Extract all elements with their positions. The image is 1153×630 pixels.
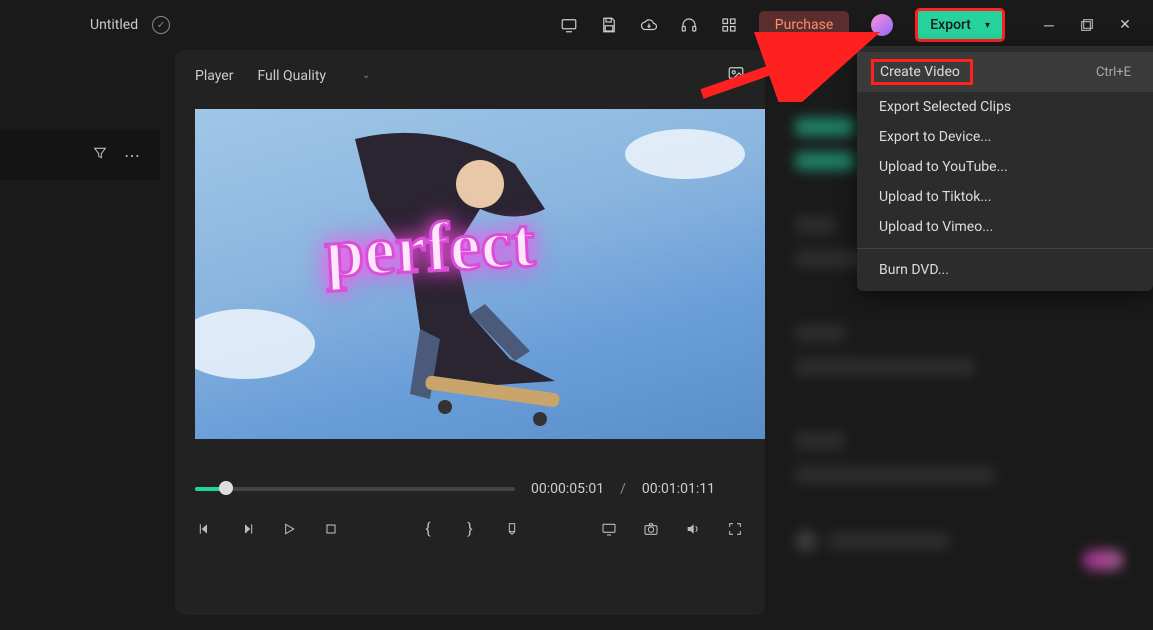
headphones-icon[interactable] bbox=[679, 15, 699, 35]
menu-divider bbox=[857, 248, 1153, 249]
player-panel: Player Full Quality ⌄ perfect 00:00:05:0… bbox=[175, 50, 765, 615]
snapshot-icon[interactable] bbox=[727, 64, 745, 87]
volume-icon[interactable] bbox=[683, 521, 703, 537]
save-icon[interactable] bbox=[599, 15, 619, 35]
prev-frame-icon[interactable] bbox=[195, 521, 215, 537]
player-controls: { } bbox=[195, 519, 745, 538]
menu-item-shortcut: Ctrl+E bbox=[1096, 65, 1131, 80]
avatar[interactable] bbox=[871, 14, 893, 36]
chevron-down-icon: ⌄ bbox=[362, 70, 370, 81]
menu-export-selected-clips[interactable]: Export Selected Clips bbox=[857, 92, 1153, 122]
next-frame-icon[interactable] bbox=[237, 521, 257, 537]
time-separator: / bbox=[620, 481, 626, 497]
save-status-icon: ✓ bbox=[152, 16, 170, 34]
export-menu: Create Video Ctrl+E Export Selected Clip… bbox=[857, 46, 1153, 291]
left-sidebar: ⋯ bbox=[0, 50, 160, 630]
menu-export-to-device[interactable]: Export to Device... bbox=[857, 122, 1153, 152]
menu-item-label: Export to Device... bbox=[879, 129, 991, 145]
video-preview[interactable]: perfect bbox=[195, 109, 765, 439]
screen-icon[interactable] bbox=[599, 521, 619, 537]
more-icon[interactable]: ⋯ bbox=[124, 146, 140, 165]
play-icon[interactable] bbox=[279, 521, 299, 537]
menu-upload-vimeo[interactable]: Upload to Vimeo... bbox=[857, 212, 1153, 242]
quality-value: Full Quality bbox=[257, 68, 326, 84]
bracket-close-icon[interactable]: } bbox=[460, 519, 480, 538]
quality-select[interactable]: Full Quality ⌄ bbox=[257, 68, 370, 84]
grid-icon[interactable] bbox=[719, 15, 739, 35]
menu-item-label: Export Selected Clips bbox=[879, 99, 1011, 115]
chevron-down-icon: ▾ bbox=[985, 20, 990, 31]
project-title: Untitled bbox=[90, 17, 138, 33]
menu-item-label: Create Video bbox=[871, 59, 973, 85]
maximize-button[interactable] bbox=[1079, 17, 1095, 33]
menu-item-label: Burn DVD... bbox=[879, 262, 949, 278]
menu-upload-tiktok[interactable]: Upload to Tiktok... bbox=[857, 182, 1153, 212]
minimize-button[interactable]: ─ bbox=[1041, 17, 1057, 33]
menu-upload-youtube[interactable]: Upload to YouTube... bbox=[857, 152, 1153, 182]
stop-icon[interactable] bbox=[321, 521, 341, 537]
display-icon[interactable] bbox=[559, 15, 579, 35]
fullscreen-icon[interactable] bbox=[725, 521, 745, 537]
camera-icon[interactable] bbox=[641, 521, 661, 537]
menu-item-label: Upload to Vimeo... bbox=[879, 219, 993, 235]
menu-item-label: Upload to YouTube... bbox=[879, 159, 1008, 175]
player-header: Player Full Quality ⌄ bbox=[195, 64, 745, 87]
export-button-label: Export bbox=[930, 17, 971, 33]
purchase-button[interactable]: Purchase bbox=[759, 11, 849, 39]
topbar: Untitled ✓ Purchase Export ▾ ─ ✕ bbox=[0, 0, 1153, 50]
scrubber-knob[interactable] bbox=[219, 481, 233, 495]
marker-icon[interactable] bbox=[502, 521, 522, 537]
menu-create-video[interactable]: Create Video Ctrl+E bbox=[857, 52, 1153, 92]
total-time: 00:01:01:11 bbox=[642, 481, 715, 497]
filter-icon[interactable] bbox=[92, 145, 108, 165]
close-button[interactable]: ✕ bbox=[1117, 17, 1133, 33]
scrubber-row: 00:00:05:01 / 00:01:01:11 bbox=[195, 481, 745, 497]
scrubber[interactable] bbox=[195, 487, 515, 491]
menu-burn-dvd[interactable]: Burn DVD... bbox=[857, 255, 1153, 285]
sidebar-filter-row: ⋯ bbox=[0, 130, 160, 180]
bracket-open-icon[interactable]: { bbox=[418, 519, 438, 538]
overlay-text: perfect bbox=[323, 204, 537, 295]
menu-item-label: Upload to Tiktok... bbox=[879, 189, 991, 205]
player-label: Player bbox=[195, 68, 233, 84]
cloud-icon[interactable] bbox=[639, 15, 659, 35]
current-time: 00:00:05:01 bbox=[531, 481, 604, 497]
export-button[interactable]: Export ▾ bbox=[915, 8, 1005, 42]
